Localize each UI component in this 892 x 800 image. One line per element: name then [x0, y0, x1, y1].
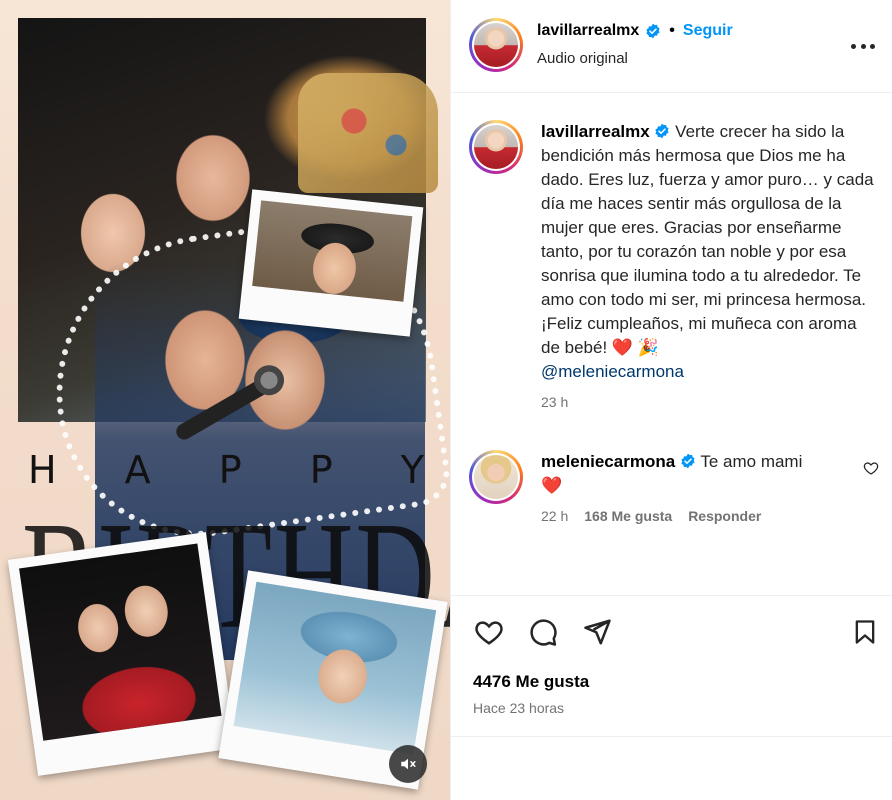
separator-dot: • — [669, 22, 675, 39]
reply-time[interactable]: 22 h — [541, 508, 568, 524]
reply-username[interactable]: meleniecarmona — [541, 452, 675, 471]
save-button[interactable] — [849, 616, 881, 648]
caption-comment: lavillarrealmx Verte crecer ha sido la b… — [469, 120, 879, 410]
reply-likes[interactable]: 168 Me gusta — [584, 508, 672, 524]
follow-button[interactable]: Seguir — [683, 22, 733, 40]
post-header: lavillarrealmx • Seguir Audio original — [451, 0, 892, 93]
caption-time[interactable]: 23 h — [541, 394, 568, 410]
speaker-muted-icon — [401, 758, 416, 770]
reply-text: Te amo mami — [700, 452, 803, 471]
bookmark-icon — [855, 620, 875, 644]
reply-comment: meleniecarmona Te amo mami ❤️ 22 h 168 M… — [469, 450, 879, 524]
like-comment-heart-icon[interactable] — [863, 460, 879, 476]
verified-badge-icon — [655, 123, 670, 139]
caption-username[interactable]: lavillarrealmx — [541, 122, 650, 141]
chair-decor — [298, 73, 438, 193]
post-time[interactable]: Hace 23 horas — [473, 700, 564, 716]
happy-letter: H — [28, 448, 61, 492]
divider — [451, 736, 892, 737]
comment-icon — [530, 619, 557, 646]
audio-link[interactable]: Audio original — [537, 50, 628, 67]
reply-button[interactable]: Responder — [688, 508, 761, 524]
send-icon — [584, 619, 611, 645]
mention-link[interactable]: @meleniecarmona — [541, 362, 684, 381]
comment-button[interactable] — [527, 616, 559, 648]
happy-letter: P — [309, 448, 337, 492]
caption-emoji: ❤️ 🎉 — [611, 338, 659, 357]
caption-text: Verte crecer ha sido la bendición más he… — [541, 122, 874, 357]
verified-badge-icon — [646, 23, 660, 39]
avatar[interactable] — [469, 18, 523, 72]
heart-icon — [475, 621, 503, 645]
reply-emoji: ❤️ — [541, 476, 563, 495]
happy-letter: A — [124, 448, 155, 492]
avatar[interactable] — [469, 450, 523, 504]
happy-letter: Y — [400, 448, 428, 492]
happy-letter: P — [218, 448, 246, 492]
post-likes[interactable]: 4476 Me gusta — [473, 672, 589, 692]
polaroid-red-outfit — [7, 532, 237, 776]
polaroid-hat — [238, 189, 424, 337]
post-media[interactable]: H A P P Y BIRTHDAY — [0, 0, 450, 800]
happy-text: H A P P Y — [28, 448, 428, 492]
mute-button[interactable] — [389, 745, 427, 783]
verified-badge-icon — [681, 453, 695, 469]
post-actions: 4476 Me gusta Hace 23 horas — [451, 595, 892, 800]
share-button[interactable] — [581, 616, 613, 648]
header-username[interactable]: lavillarrealmx — [537, 22, 639, 40]
like-button[interactable] — [473, 616, 505, 648]
avatar[interactable] — [469, 120, 523, 174]
post-side-panel: lavillarrealmx • Seguir Audio original l… — [450, 0, 892, 800]
more-options-icon[interactable] — [851, 36, 875, 56]
